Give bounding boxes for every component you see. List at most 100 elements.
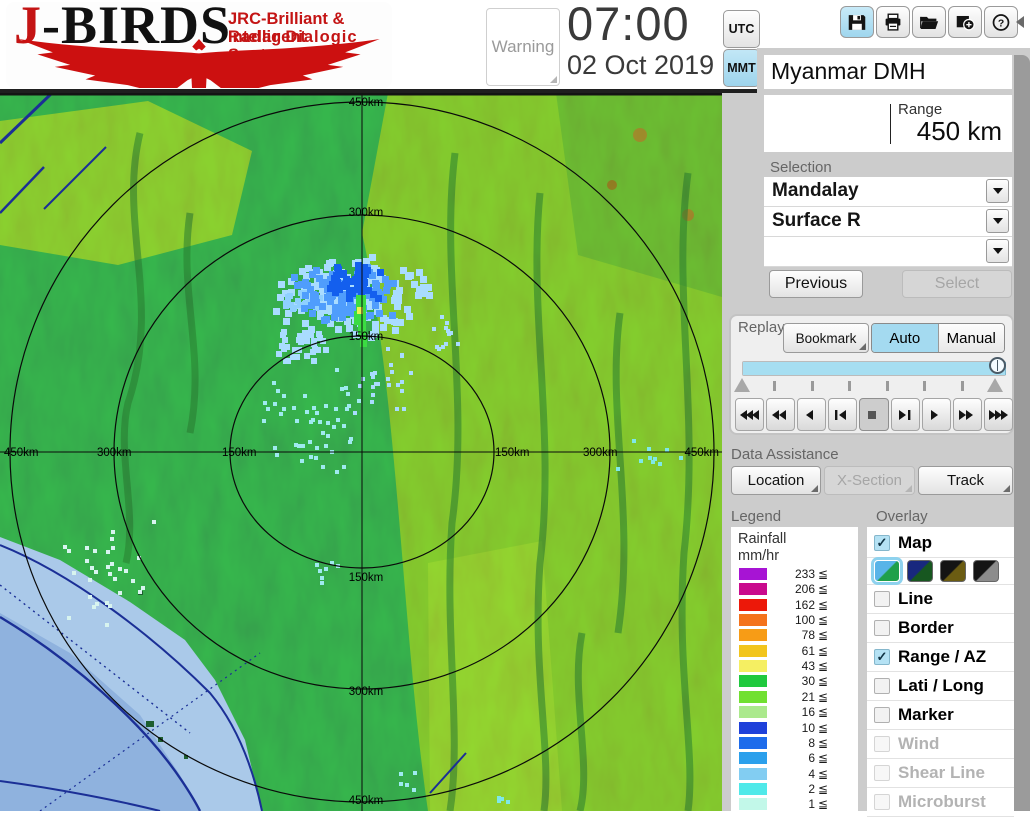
legend-panel: Rainfall mm/hr 233 ≦ 206 ≦ 162 ≦ 100 ≦ 7… bbox=[731, 527, 858, 811]
legend-row: 8 ≦ bbox=[731, 736, 858, 750]
product-select[interactable]: Surface R bbox=[764, 207, 1012, 237]
previous-button[interactable]: Previous bbox=[769, 270, 863, 298]
open-folder-icon[interactable] bbox=[912, 6, 946, 38]
legend-row: 43 ≦ bbox=[731, 659, 858, 673]
overlay-item-label: Range / AZ bbox=[898, 647, 986, 667]
collapse-left-icon[interactable] bbox=[1016, 16, 1024, 28]
svg-text:450km: 450km bbox=[349, 97, 384, 109]
site-select[interactable]: Mandalay bbox=[764, 177, 1012, 207]
checkbox-checked-icon[interactable]: ✓ bbox=[874, 649, 890, 665]
checkbox-icon bbox=[874, 736, 890, 752]
legend-label: Legend bbox=[731, 508, 781, 525]
map-style-swatch[interactable] bbox=[940, 560, 966, 582]
checkbox-icon[interactable] bbox=[874, 707, 890, 723]
legend-value: 10 bbox=[767, 721, 815, 735]
print-icon[interactable] bbox=[876, 6, 910, 38]
step-back-icon[interactable] bbox=[828, 398, 857, 431]
overlay-item-map[interactable]: ✓ Map bbox=[867, 529, 1014, 558]
legend-swatch bbox=[739, 752, 767, 764]
checkbox-icon[interactable] bbox=[874, 591, 890, 607]
select-button[interactable]: Select bbox=[902, 270, 1012, 298]
legend-lte-symbol: ≦ bbox=[818, 644, 828, 658]
timezone-utc-button[interactable]: UTC bbox=[723, 10, 760, 48]
svg-text:150km: 150km bbox=[495, 447, 530, 459]
overlay-item-shear-line: Shear Line bbox=[867, 759, 1014, 788]
screenshot-icon[interactable] bbox=[948, 6, 982, 38]
legend-lte-symbol: ≦ bbox=[818, 767, 828, 781]
corner-menu-icon bbox=[811, 485, 818, 492]
station-name: Myanmar DMH bbox=[771, 58, 926, 85]
legend-lte-symbol: ≦ bbox=[818, 567, 828, 581]
range-start-marker[interactable] bbox=[734, 378, 750, 392]
replay-mode-switch: Auto Manual bbox=[871, 323, 1005, 353]
site-select-value: Mandalay bbox=[772, 180, 859, 202]
save-icon[interactable] bbox=[840, 6, 874, 38]
fast-forward-icon[interactable] bbox=[953, 398, 982, 431]
timezone-mmt-button[interactable]: MMT bbox=[723, 49, 760, 87]
checkbox-icon[interactable] bbox=[874, 678, 890, 694]
overlay-item-border[interactable]: Border bbox=[867, 614, 1014, 643]
timeline-tick bbox=[923, 381, 926, 391]
checkbox-icon bbox=[874, 765, 890, 781]
location-button[interactable]: Location bbox=[731, 466, 821, 495]
overlay-item-label: Microburst bbox=[898, 792, 986, 812]
svg-text:450km: 450km bbox=[4, 447, 39, 459]
map-style-swatch[interactable] bbox=[907, 560, 933, 582]
overlay-item-microburst: Microburst bbox=[867, 788, 1014, 817]
legend-value: 6 bbox=[767, 751, 815, 765]
timeline-tick bbox=[773, 381, 776, 391]
chevron-down-icon[interactable] bbox=[986, 239, 1009, 263]
extra-select[interactable] bbox=[764, 237, 1012, 267]
chevron-down-icon[interactable] bbox=[986, 179, 1009, 203]
overlay-item-marker[interactable]: Marker bbox=[867, 701, 1014, 730]
legend-value: 2 bbox=[767, 782, 815, 796]
legend-lte-symbol: ≦ bbox=[818, 582, 828, 596]
replay-progress-handle[interactable] bbox=[989, 357, 1006, 374]
warning-button[interactable]: Warning bbox=[486, 8, 560, 86]
manual-mode-button[interactable]: Manual bbox=[939, 324, 1005, 352]
legend-value: 233 bbox=[767, 567, 815, 581]
timeline-tick bbox=[811, 381, 814, 391]
svg-text:300km: 300km bbox=[583, 447, 618, 459]
x-section-button[interactable]: X-Section bbox=[824, 466, 915, 495]
fast-rewind-icon[interactable] bbox=[766, 398, 795, 431]
chevron-down-icon[interactable] bbox=[986, 209, 1009, 233]
overlay-item-lati-long[interactable]: Lati / Long bbox=[867, 672, 1014, 701]
overlay-item-label: Shear Line bbox=[898, 763, 985, 783]
map-style-swatch[interactable] bbox=[973, 560, 999, 582]
corner-resize-icon bbox=[550, 76, 557, 83]
eagle-icon bbox=[16, 38, 382, 88]
bookmark-label: Bookmark bbox=[796, 331, 857, 346]
checkbox-icon[interactable] bbox=[874, 620, 890, 636]
legend-title: Rainfall bbox=[738, 531, 786, 547]
jump-end-icon[interactable] bbox=[984, 398, 1013, 431]
legend-swatch bbox=[739, 783, 767, 795]
panel-right-rail bbox=[1014, 55, 1030, 811]
svg-text:300km: 300km bbox=[349, 686, 384, 698]
replay-progress-fill bbox=[743, 362, 1006, 375]
step-forward-icon[interactable] bbox=[891, 398, 920, 431]
legend-swatch bbox=[739, 706, 767, 718]
legend-swatch bbox=[739, 768, 767, 780]
checkbox-checked-icon[interactable]: ✓ bbox=[874, 535, 890, 551]
overlay-item-range-az[interactable]: ✓ Range / AZ bbox=[867, 643, 1014, 672]
help-icon[interactable]: ? bbox=[984, 6, 1018, 38]
bookmark-button[interactable]: Bookmark bbox=[783, 323, 869, 353]
jump-start-icon[interactable] bbox=[735, 398, 764, 431]
auto-mode-button[interactable]: Auto bbox=[872, 324, 939, 352]
overlay-item-line[interactable]: Line bbox=[867, 585, 1014, 614]
range-end-marker[interactable] bbox=[987, 378, 1003, 392]
overlay-item-label: Marker bbox=[898, 705, 954, 725]
map-style-swatch[interactable] bbox=[874, 560, 900, 582]
stop-icon[interactable] bbox=[859, 398, 888, 431]
legend-unit: mm/hr bbox=[738, 548, 779, 564]
play-reverse-icon[interactable] bbox=[797, 398, 826, 431]
play-icon[interactable] bbox=[922, 398, 951, 431]
radar-map[interactable]: 450km300km150km150km300km450km450km300km… bbox=[0, 93, 722, 811]
timeline-tick bbox=[886, 381, 889, 391]
replay-progress-track[interactable] bbox=[742, 361, 1006, 376]
legend-swatch bbox=[739, 629, 767, 641]
map-style-row bbox=[867, 557, 1014, 585]
track-button[interactable]: Track bbox=[918, 466, 1013, 495]
svg-text:?: ? bbox=[998, 18, 1004, 29]
